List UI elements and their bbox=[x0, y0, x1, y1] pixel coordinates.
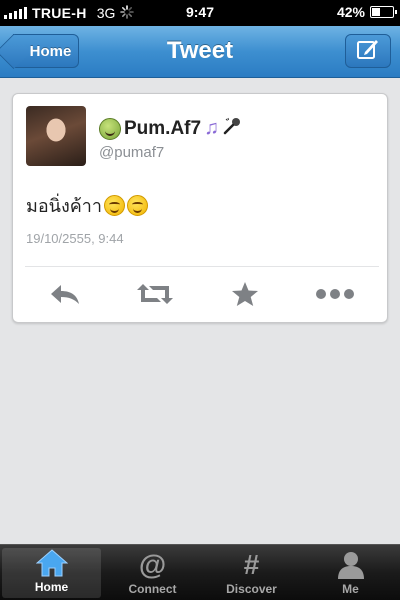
tweet-card: Pum.Af7 ♫ @pumaf7 มอนิ่งค้าา 19/10/2555,… bbox=[12, 93, 388, 323]
tab-connect[interactable]: @ Connect bbox=[103, 545, 202, 600]
compose-icon bbox=[356, 37, 380, 66]
user-handle[interactable]: @pumaf7 bbox=[99, 144, 164, 161]
tweet-text-row: มอนิ่งค้าา bbox=[26, 191, 149, 220]
tab-label: Connect bbox=[128, 582, 177, 596]
microphone-emoji-icon bbox=[222, 116, 242, 141]
tab-label: Discover bbox=[226, 582, 277, 596]
tab-label: Me bbox=[342, 582, 359, 596]
home-icon bbox=[35, 548, 68, 578]
status-bar: TRUE-H 3G 9:47 42% bbox=[0, 0, 400, 26]
tab-discover[interactable]: # Discover bbox=[202, 545, 301, 600]
sick-face-emoji-icon bbox=[99, 117, 121, 140]
tab-home[interactable]: Home bbox=[2, 548, 101, 598]
at-icon: @ bbox=[138, 549, 167, 580]
compose-button[interactable] bbox=[345, 34, 391, 68]
tweet-text: มอนิ่งค้าา bbox=[26, 196, 103, 216]
tab-label: Home bbox=[34, 580, 69, 594]
display-name: Pum.Af7 bbox=[124, 117, 202, 139]
retweet-button[interactable] bbox=[135, 280, 175, 312]
hash-icon: # bbox=[243, 549, 260, 580]
reply-icon bbox=[49, 283, 81, 310]
activity-spinner-icon bbox=[120, 4, 135, 22]
music-note-emoji-icon: ♫ bbox=[204, 117, 220, 139]
tab-bar: Home @ Connect # Discover Me bbox=[0, 544, 400, 600]
battery-percent: 42% bbox=[336, 4, 365, 20]
tab-me[interactable]: Me bbox=[301, 545, 400, 600]
favorite-button[interactable] bbox=[225, 280, 265, 312]
more-options-button[interactable] bbox=[315, 280, 355, 312]
network-type: 3G bbox=[96, 5, 116, 21]
person-icon bbox=[337, 550, 365, 580]
navigation-bar: Home Tweet bbox=[0, 26, 400, 78]
favorite-icon bbox=[231, 281, 259, 312]
battery-level-fill bbox=[372, 8, 381, 16]
smile-emoji-icon bbox=[127, 195, 149, 216]
avatar[interactable] bbox=[26, 106, 86, 166]
retweet-icon bbox=[137, 282, 173, 311]
tweet-actions bbox=[13, 274, 389, 318]
display-name-row[interactable]: Pum.Af7 ♫ bbox=[99, 116, 242, 141]
battery-icon bbox=[370, 6, 397, 18]
signal-strength-icon bbox=[4, 7, 27, 19]
reply-button[interactable] bbox=[45, 280, 85, 312]
page-title: Tweet bbox=[166, 37, 234, 64]
smile-emoji-icon bbox=[104, 195, 126, 216]
more-icon bbox=[315, 287, 355, 305]
carrier-name: TRUE-H bbox=[32, 5, 87, 21]
divider bbox=[25, 266, 379, 267]
tweet-timestamp: 19/10/2555, 9:44 bbox=[26, 231, 124, 246]
